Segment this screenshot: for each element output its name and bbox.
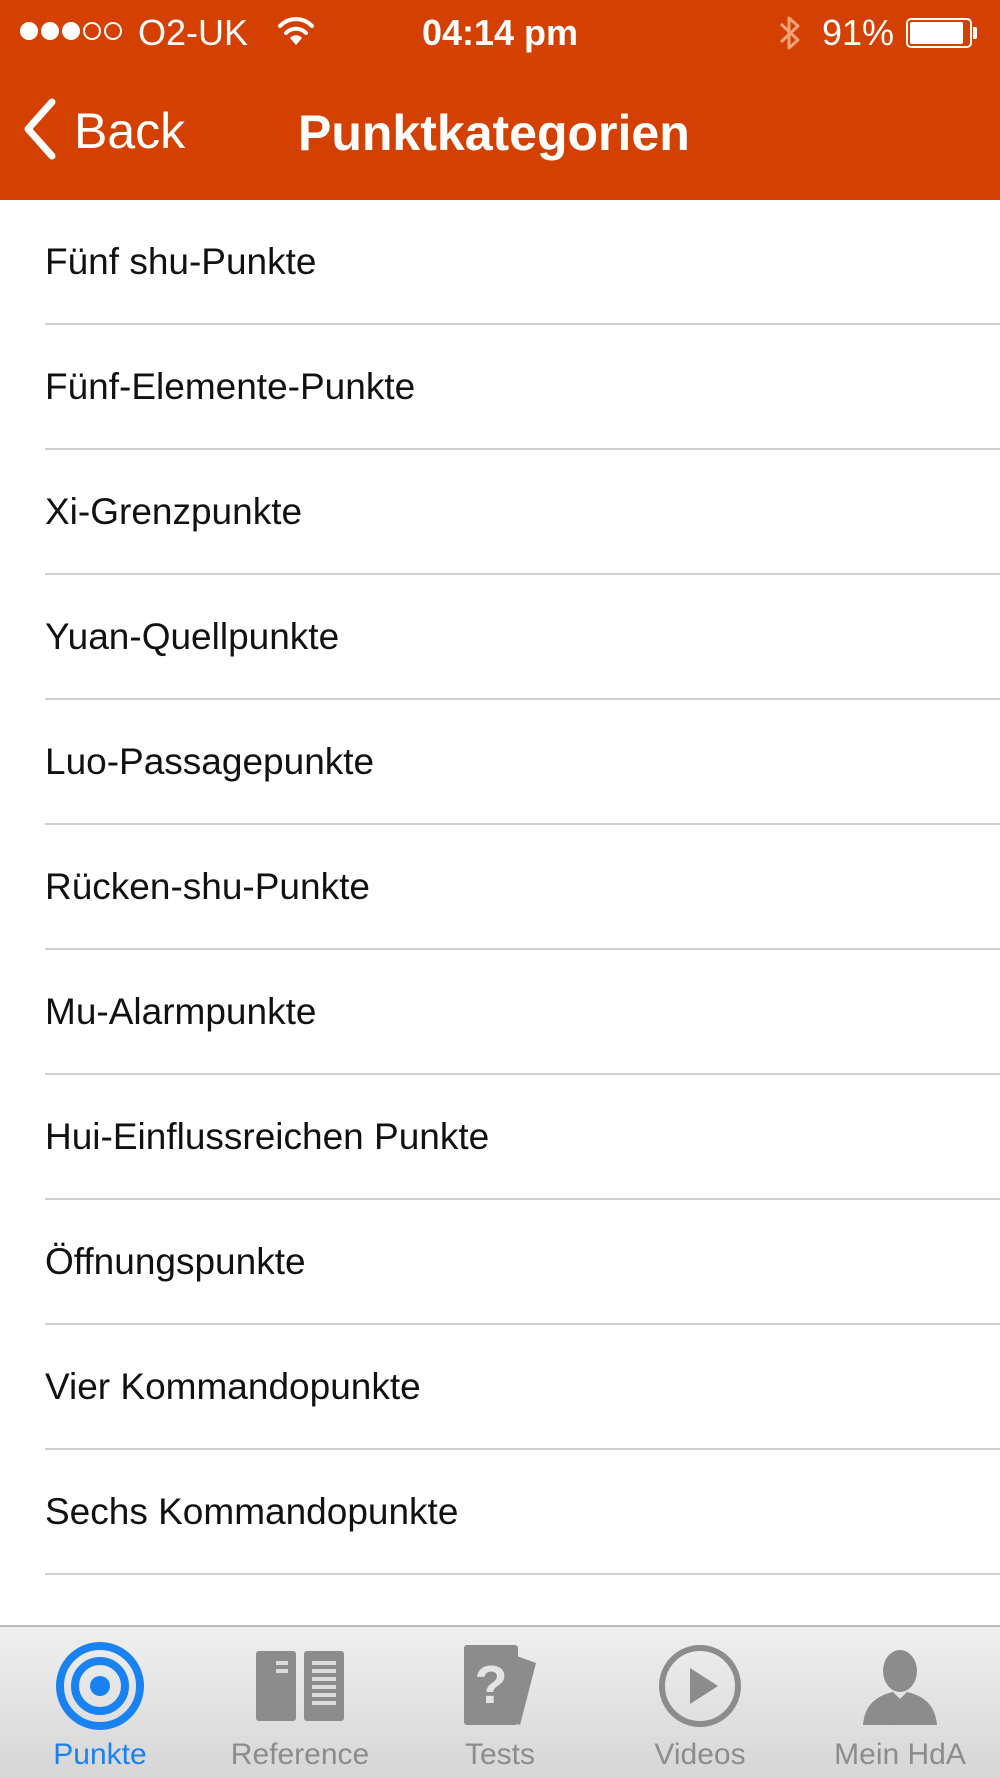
question-card-icon: ? bbox=[460, 1641, 540, 1736]
bluetooth-icon bbox=[776, 12, 804, 59]
list-item-label: Xi-Grenzpunkte bbox=[45, 491, 303, 532]
list-item-label: Hui-Einflussreichen Punkte bbox=[45, 1116, 490, 1157]
list-item-label: Vier Kommandopunkte bbox=[45, 1366, 421, 1407]
list-item-label: Sechs Kommandopunkte bbox=[45, 1491, 459, 1532]
tab-label: Mein HdA bbox=[834, 1738, 966, 1771]
divider bbox=[45, 1573, 1000, 1575]
tab-punkte[interactable]: Punkte bbox=[0, 1627, 200, 1778]
tab-bar: Punkte Reference ? Tests Videos Mein HdA bbox=[0, 1625, 1000, 1778]
tab-mein-hda[interactable]: Mein HdA bbox=[800, 1627, 1000, 1778]
target-icon bbox=[55, 1641, 145, 1736]
list-item-label: Yuan-Quellpunkte bbox=[45, 616, 340, 657]
list-item[interactable]: Luo-Passagepunkte bbox=[0, 700, 1000, 825]
list-item[interactable]: Xi-Grenzpunkte bbox=[0, 450, 1000, 575]
svg-text:?: ? bbox=[475, 1655, 508, 1715]
book-icon bbox=[254, 1641, 346, 1732]
list-item-label: Mu-Alarmpunkte bbox=[45, 991, 317, 1032]
tab-tests[interactable]: ? Tests bbox=[400, 1627, 600, 1778]
person-icon bbox=[855, 1641, 945, 1736]
status-bar: O2-UK 04:14 pm 91% bbox=[0, 0, 1000, 66]
play-icon bbox=[655, 1641, 745, 1736]
tab-videos[interactable]: Videos bbox=[600, 1627, 800, 1778]
tab-label: Tests bbox=[464, 1738, 536, 1771]
tab-label: Videos bbox=[654, 1738, 746, 1771]
tab-reference[interactable]: Reference bbox=[200, 1627, 400, 1778]
list-item[interactable]: Hui-Einflussreichen Punkte bbox=[0, 1075, 1000, 1200]
tab-label: Reference bbox=[230, 1738, 370, 1771]
list-item[interactable]: Sechs Kommandopunkte bbox=[0, 1450, 1000, 1575]
list-item[interactable]: Fünf-Elemente-Punkte bbox=[0, 325, 1000, 450]
tab-label: Punkte bbox=[53, 1738, 147, 1771]
list-item-label: Luo-Passagepunkte bbox=[45, 741, 375, 782]
battery-percentage: 91% bbox=[822, 12, 895, 53]
list-item-label: Öffnungspunkte bbox=[45, 1241, 306, 1282]
list-item[interactable]: Mu-Alarmpunkte bbox=[0, 950, 1000, 1075]
list-item[interactable]: Rücken-shu-Punkte bbox=[0, 825, 1000, 950]
chevron-left-icon bbox=[22, 98, 56, 165]
back-button[interactable]: Back bbox=[22, 96, 185, 166]
page-title: Punktkategorien bbox=[298, 105, 690, 161]
category-list: Fünf shu-Punkte Fünf-Elemente-Punkte Xi-… bbox=[0, 200, 1000, 1575]
back-label: Back bbox=[74, 103, 186, 159]
battery-icon bbox=[906, 18, 978, 48]
list-item[interactable]: Yuan-Quellpunkte bbox=[0, 575, 1000, 700]
list-item-label: Fünf-Elemente-Punkte bbox=[45, 366, 416, 407]
list-item[interactable]: Öffnungspunkte bbox=[0, 1200, 1000, 1325]
list-item-label: Fünf shu-Punkte bbox=[45, 241, 317, 282]
header: O2-UK 04:14 pm 91% Back Punktkategorien bbox=[0, 0, 1000, 200]
list-item-label: Rücken-shu-Punkte bbox=[45, 866, 370, 907]
list-item[interactable]: Vier Kommandopunkte bbox=[0, 1325, 1000, 1450]
list-item[interactable]: Fünf shu-Punkte bbox=[0, 200, 1000, 325]
